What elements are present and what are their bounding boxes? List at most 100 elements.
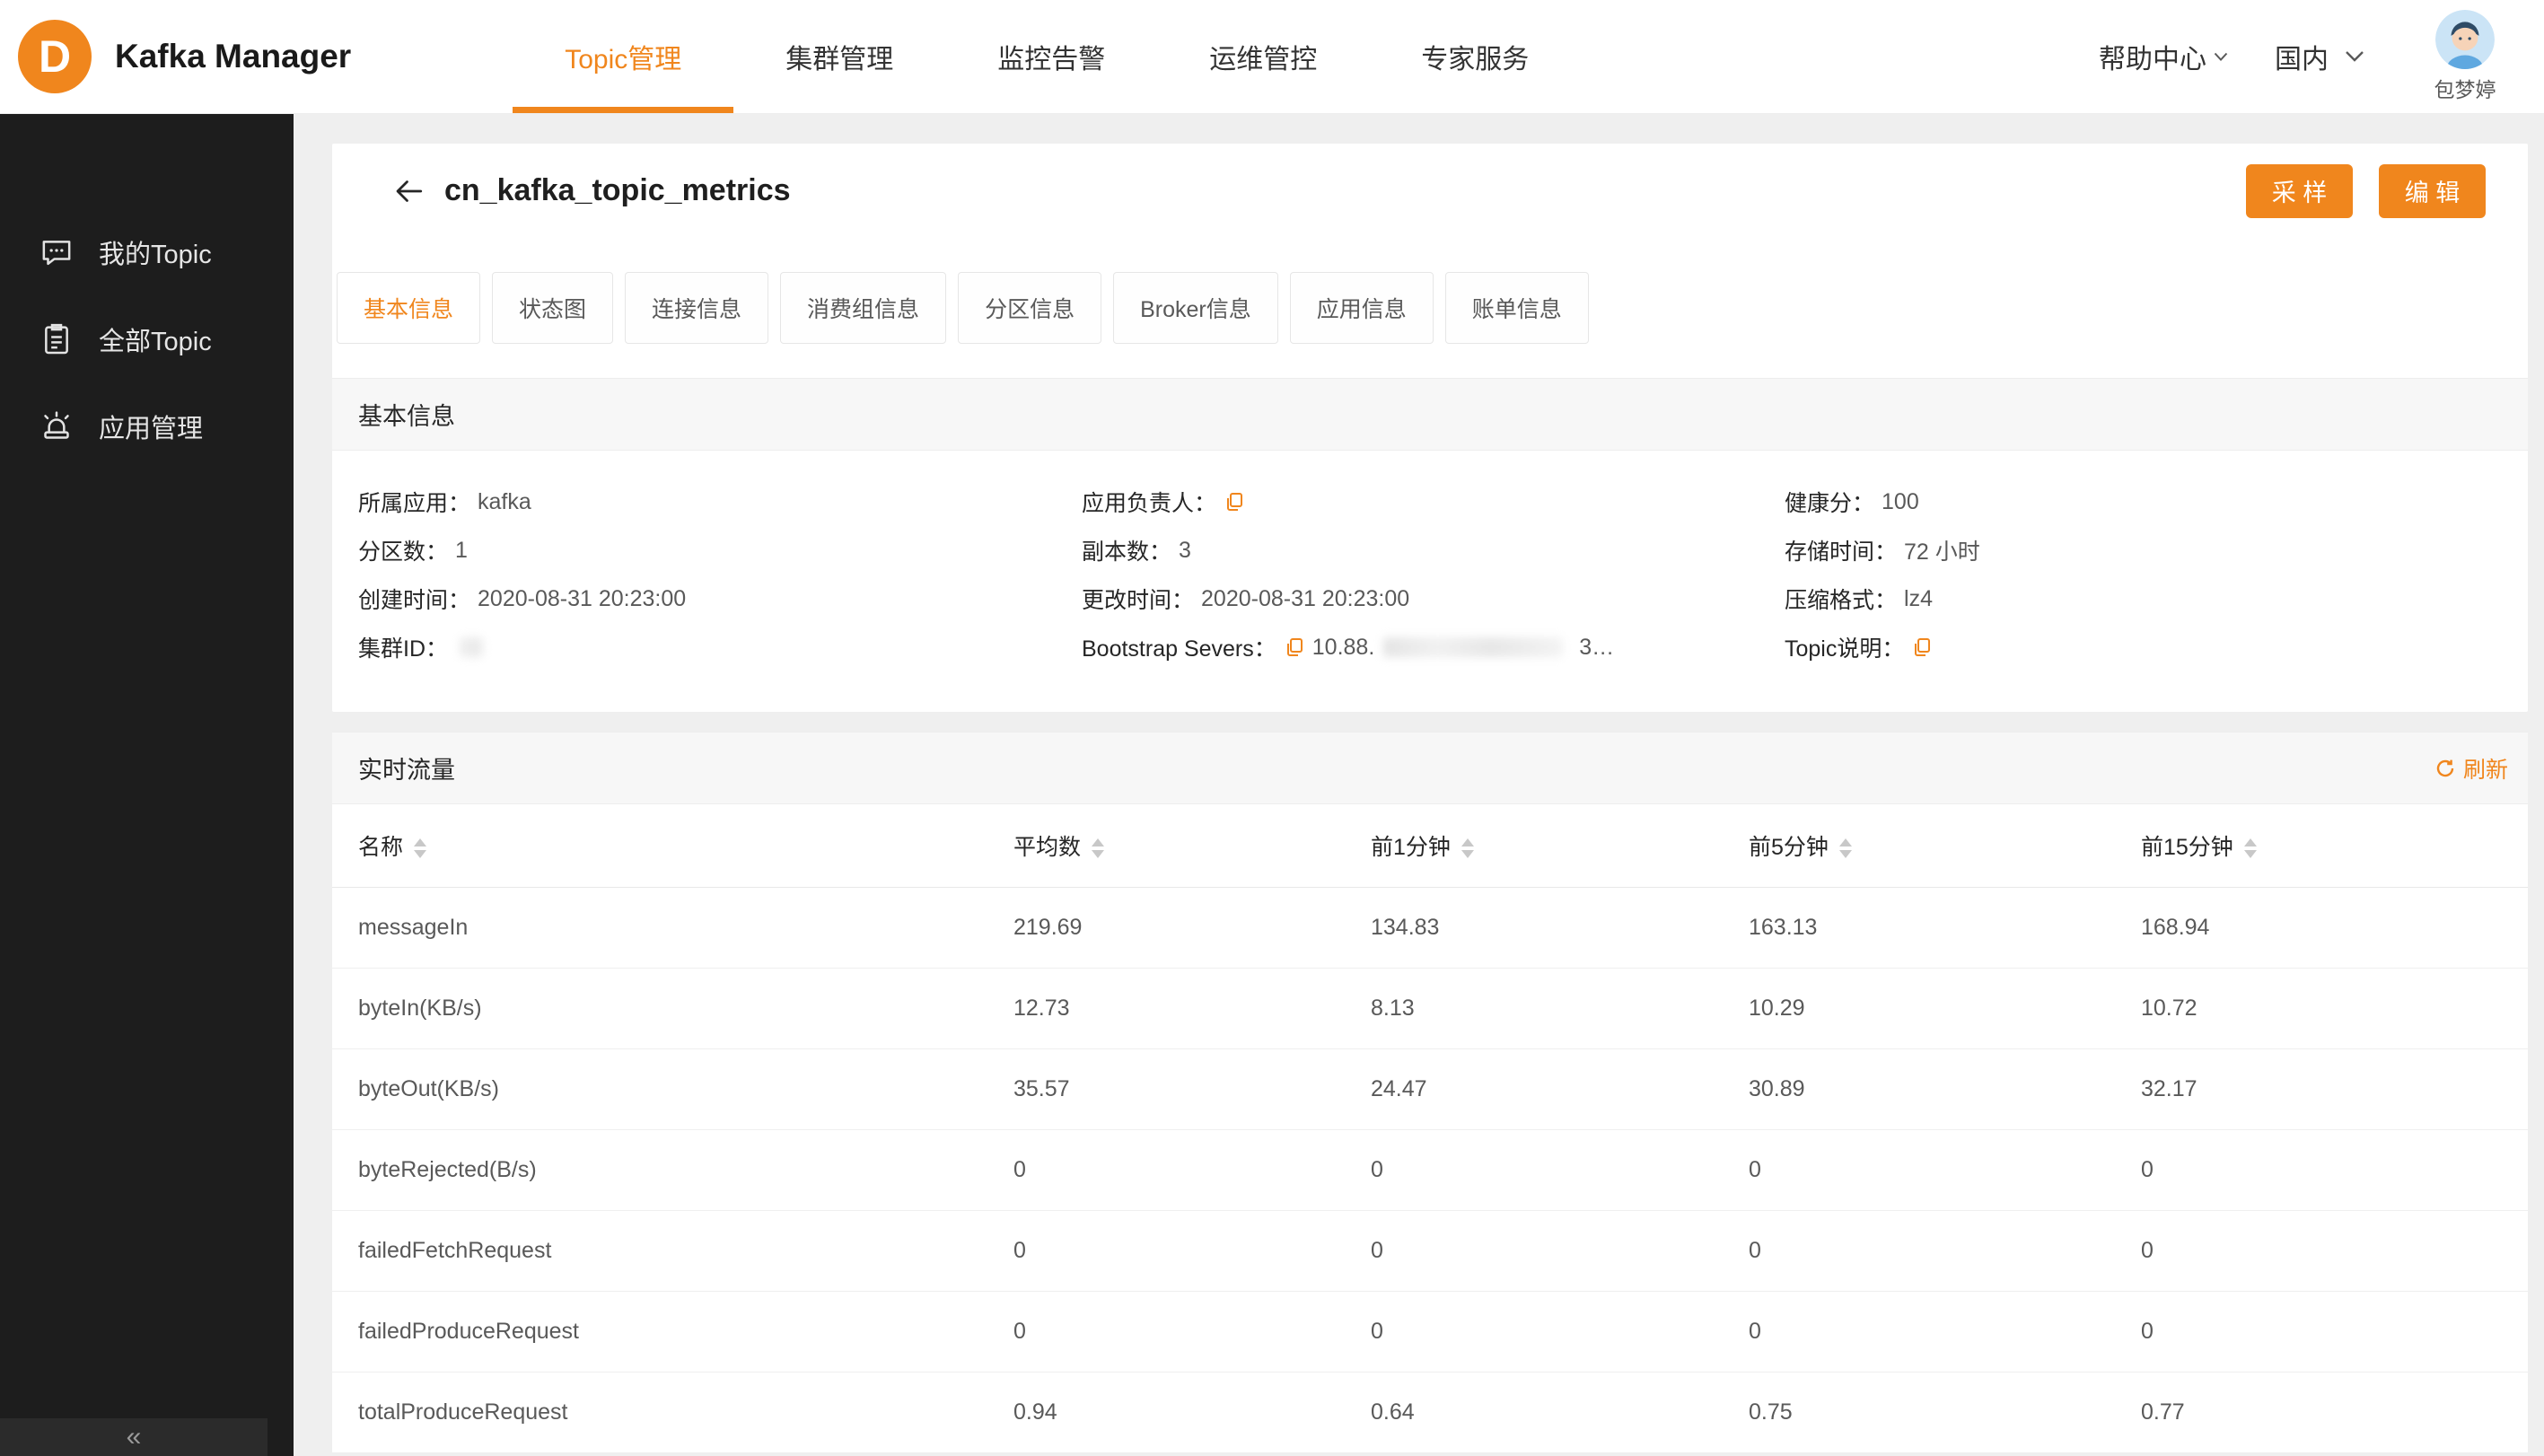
sample-button[interactable]: 采 样 (2246, 163, 2353, 218)
nav-item-ops[interactable]: 运维管控 (1157, 0, 1369, 113)
tab-broker-info[interactable]: Broker信息 (1113, 272, 1278, 344)
chat-bubble-icon (38, 233, 75, 271)
sidebar-item-label: 我的Topic (99, 240, 212, 269)
nav-item-expert[interactable]: 专家服务 (1369, 0, 1581, 113)
redacted-value (461, 637, 485, 657)
tab-partition-info[interactable]: 分区信息 (958, 272, 1102, 344)
table-row: byteRejected(B/s) 0 0 0 0 (332, 1129, 2528, 1211)
tab-label: 连接信息 (652, 297, 742, 322)
section-title: 实时流量 (358, 757, 455, 784)
field-health: 健康分： 100 (1785, 488, 1919, 517)
sidebar-item-my-topic[interactable]: 我的Topic (0, 208, 294, 295)
col-header-15min[interactable]: 前15分钟 (2141, 804, 2528, 888)
app-title: Kafka Manager (115, 38, 352, 75)
refresh-label: 刷新 (2462, 757, 2508, 783)
tab-label: 分区信息 (985, 297, 1075, 322)
copy-icon[interactable] (1911, 636, 1933, 658)
tab-label: 消费组信息 (807, 297, 920, 322)
col-header-avg[interactable]: 平均数 (1013, 804, 1371, 888)
main-content: cn_kafka_topic_metrics 采 样 编 辑 基本信息 状态图 … (294, 114, 2544, 1456)
copy-icon[interactable] (1224, 491, 1245, 513)
sidebar-item-label: 全部Topic (99, 327, 212, 356)
collapse-icon: « (126, 1422, 142, 1452)
chevron-down-icon (2345, 50, 2364, 63)
chevron-down-icon (2214, 52, 2228, 62)
tab-label: Broker信息 (1140, 297, 1251, 322)
sidebar-item-all-topic[interactable]: 全部Topic (0, 295, 294, 382)
clipboard-icon (38, 320, 75, 358)
sidebar-item-label: 应用管理 (99, 414, 204, 443)
top-header: D Kafka Manager Topic管理 集群管理 监控告警 运维管控 专… (0, 0, 2544, 114)
top-nav: Topic管理 集群管理 监控告警 运维管控 专家服务 (513, 0, 1581, 113)
user-name: 包梦婷 (2434, 78, 2496, 101)
sort-caret-icon[interactable] (1461, 838, 1474, 859)
sort-caret-icon[interactable] (1092, 838, 1105, 859)
region-label: 国内 (2275, 45, 2329, 75)
table-header-row: 名称 平均数 前1分钟 前5分钟 前15分钟 (332, 804, 2528, 888)
tab-app-info[interactable]: 应用信息 (1289, 272, 1434, 344)
refresh-icon (2434, 758, 2456, 779)
back-arrow-icon[interactable] (390, 173, 426, 209)
nav-item-label: 监控告警 (997, 45, 1106, 75)
realtime-traffic-card: 实时流量 刷新 名称 平均数 前1分钟 前5分钟 前15分钟 messageIn… (332, 732, 2528, 1453)
col-header-5min[interactable]: 前5分钟 (1749, 804, 2141, 888)
app-logo-letter: D (38, 31, 72, 82)
topic-detail-card: cn_kafka_topic_metrics 采 样 编 辑 基本信息 状态图 … (332, 144, 2528, 712)
refresh-button[interactable]: 刷新 (2434, 752, 2508, 785)
help-center-menu[interactable]: 帮助中心 (2099, 37, 2228, 76)
field-cluster-id: 集群ID： (358, 623, 1082, 671)
tab-label: 应用信息 (1316, 297, 1407, 322)
field-retention: 存储时间： 72 小时 (1785, 539, 1980, 565)
field-compression: 压缩格式： lz4 (1785, 585, 1933, 614)
traffic-table: 名称 平均数 前1分钟 前5分钟 前15分钟 messageIn 219.69 … (332, 804, 2528, 1453)
page-title: cn_kafka_topic_metrics (444, 173, 791, 207)
field-topic-desc: Topic说明： (1785, 623, 2528, 671)
nav-item-label: 集群管理 (785, 45, 894, 75)
topic-title-row: cn_kafka_topic_metrics 采 样 编 辑 (332, 144, 2528, 238)
app-logo[interactable]: D (18, 20, 92, 93)
nav-item-label: 专家服务 (1421, 45, 1530, 75)
table-row: byteIn(KB/s) 12.73 8.13 10.29 10.72 (332, 968, 2528, 1049)
table-row: failedFetchRequest 0 0 0 0 (332, 1210, 2528, 1292)
user-block[interactable]: 包梦婷 (2411, 10, 2519, 103)
table-row: totalProduceRequest 0.94 0.64 0.75 0.77 (332, 1372, 2528, 1453)
tab-consumer-group[interactable]: 消费组信息 (780, 272, 947, 344)
basic-info-grid: 所属应用： kafka 应用负责人： 健康分： 100 分区数： 1 副本数： 3 存储… (332, 451, 2528, 712)
sort-caret-icon[interactable] (414, 838, 427, 859)
tab-label: 基本信息 (364, 297, 454, 322)
col-header-name[interactable]: 名称 (332, 804, 1013, 888)
field-replicas: 副本数： 3 (1082, 537, 1191, 566)
tab-status-chart[interactable]: 状态图 (492, 272, 614, 344)
redacted-value (1383, 637, 1564, 657)
header-right: 帮助中心 国内 包梦婷 (2099, 10, 2519, 103)
help-center-label: 帮助中心 (2099, 45, 2206, 75)
nav-item-label: Topic管理 (565, 45, 682, 75)
sidebar-item-app-manage[interactable]: 应用管理 (0, 382, 294, 469)
sidebar-collapse-button[interactable]: « (0, 1418, 268, 1456)
user-avatar[interactable] (2435, 10, 2495, 69)
field-app: 所属应用： kafka (358, 488, 531, 517)
tab-label: 账单信息 (1471, 297, 1562, 322)
field-bootstrap-servers: Bootstrap Severs： 10.88. 3… (1082, 634, 1615, 662)
nav-item-topic[interactable]: Topic管理 (513, 0, 734, 113)
section-title: 基本信息 (358, 403, 455, 430)
realtime-traffic-section-header: 实时流量 刷新 (332, 732, 2528, 804)
edit-button[interactable]: 编 辑 (2379, 163, 2486, 218)
tab-bill-info[interactable]: 账单信息 (1444, 272, 1589, 344)
field-create-time: 创建时间： 2020-08-31 20:23:00 (358, 585, 687, 614)
col-header-1min[interactable]: 前1分钟 (1371, 804, 1749, 888)
table-row: messageIn 219.69 134.83 163.13 168.94 (332, 887, 2528, 969)
app-root: D Kafka Manager Topic管理 集群管理 监控告警 运维管控 专… (0, 0, 2544, 1456)
tab-basic-info[interactable]: 基本信息 (337, 272, 481, 344)
nav-item-monitor[interactable]: 监控告警 (945, 0, 1157, 113)
siren-icon (38, 408, 75, 445)
sidebar: 我的Topic 全部Topic 应用管理 « (0, 114, 294, 1456)
copy-icon[interactable] (1284, 636, 1305, 658)
sort-caret-icon[interactable] (2243, 838, 2257, 859)
region-selector[interactable]: 国内 (2275, 37, 2364, 76)
table-row: failedProduceRequest 0 0 0 0 (332, 1291, 2528, 1373)
tab-connection-info[interactable]: 连接信息 (625, 272, 769, 344)
basic-info-section-header: 基本信息 (332, 378, 2528, 451)
sort-caret-icon[interactable] (1838, 838, 1852, 859)
nav-item-cluster[interactable]: 集群管理 (733, 0, 945, 113)
